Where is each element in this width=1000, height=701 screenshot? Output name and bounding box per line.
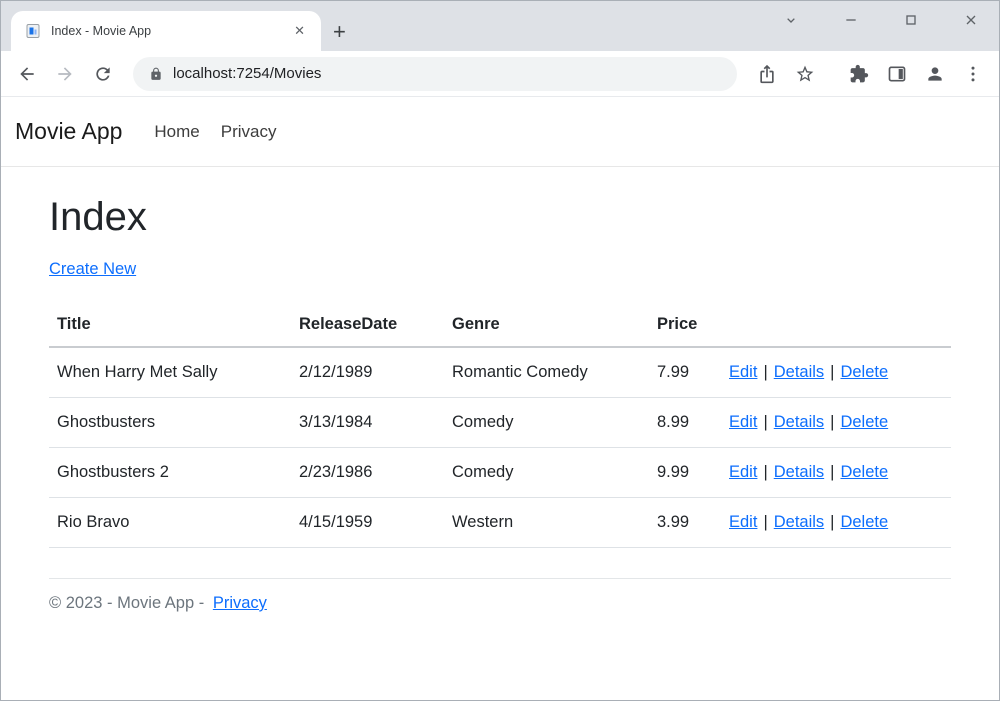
edit-link[interactable]: Edit [729,363,757,381]
browser-toolbar: localhost:7254/Movies [1,51,999,97]
cell-actions: Edit | Details | Delete [721,498,951,548]
tab-strip: Index - Movie App ✕ + [1,1,999,51]
header-release-date: ReleaseDate [291,305,444,347]
copyright-text: © 2023 - Movie App - [49,594,204,612]
action-separator: | [763,463,767,481]
cell-genre: Romantic Comedy [444,347,649,398]
cell-title: Ghostbusters [49,398,291,448]
cell-release-date: 4/15/1959 [291,498,444,548]
main-content: Index Create New Title ReleaseDate Genre… [1,195,999,628]
window-maximize-icon[interactable] [903,12,919,28]
cell-actions: Edit | Details | Delete [721,398,951,448]
site-navbar: Movie App Home Privacy [1,97,999,167]
tab-close-icon[interactable]: ✕ [288,21,311,41]
cell-price: 9.99 [649,448,721,498]
extensions-icon[interactable] [843,60,875,88]
browser-window: Index - Movie App ✕ + [0,0,1000,701]
delete-link[interactable]: Delete [840,413,888,431]
cell-genre: Western [444,498,649,548]
action-separator: | [830,513,834,531]
table-row: Ghostbusters 2 2/23/1986 Comedy 9.99 Edi… [49,448,951,498]
edit-link[interactable]: Edit [729,413,757,431]
movies-table: Title ReleaseDate Genre Price When Harry… [49,305,951,548]
delete-link[interactable]: Delete [840,363,888,381]
cell-release-date: 2/12/1989 [291,347,444,398]
header-title: Title [49,305,291,347]
menu-dots-icon[interactable] [957,60,989,88]
bookmark-star-icon[interactable] [789,60,821,88]
address-bar[interactable]: localhost:7254/Movies [133,57,737,91]
footer-privacy-link[interactable]: Privacy [213,594,267,612]
details-link[interactable]: Details [774,363,824,381]
table-row: Rio Bravo 4/15/1959 Western 3.99 Edit | De… [49,498,951,548]
forward-button[interactable] [49,60,81,88]
window-minimize-icon[interactable] [843,12,859,28]
action-separator: | [763,513,767,531]
browser-tab[interactable]: Index - Movie App ✕ [11,11,321,51]
profile-avatar-icon[interactable] [919,60,951,88]
cell-actions: Edit | Details | Delete [721,448,951,498]
cell-title: Rio Bravo [49,498,291,548]
side-panel-icon[interactable] [881,60,913,88]
edit-link[interactable]: Edit [729,463,757,481]
brand-link[interactable]: Movie App [15,118,122,145]
action-separator: | [830,413,834,431]
cell-release-date: 2/23/1986 [291,448,444,498]
cell-genre: Comedy [444,448,649,498]
site-footer: © 2023 - Movie App - Privacy [49,578,951,628]
nav-link-home[interactable]: Home [154,122,199,142]
cell-release-date: 3/13/1984 [291,398,444,448]
delete-link[interactable]: Delete [840,513,888,531]
window-controls [783,12,979,28]
delete-link[interactable]: Delete [840,463,888,481]
cell-price: 3.99 [649,498,721,548]
share-icon[interactable] [751,60,783,88]
reload-button[interactable] [87,60,119,88]
window-chevron-icon[interactable] [783,12,799,28]
action-separator: | [763,363,767,381]
action-separator: | [830,463,834,481]
table-header-row: Title ReleaseDate Genre Price [49,305,951,347]
create-new-link[interactable]: Create New [49,260,136,279]
cell-title: Ghostbusters 2 [49,448,291,498]
url-text: localhost:7254/Movies [173,65,321,82]
action-separator: | [830,363,834,381]
details-link[interactable]: Details [774,463,824,481]
cell-title: When Harry Met Sally [49,347,291,398]
page-body: Movie App Home Privacy Index Create New … [1,97,999,700]
cell-price: 7.99 [649,347,721,398]
page-title: Index [49,195,951,240]
cell-actions: Edit | Details | Delete [721,347,951,398]
window-close-icon[interactable] [963,12,979,28]
edit-link[interactable]: Edit [729,513,757,531]
header-actions [721,305,951,347]
cell-price: 8.99 [649,398,721,448]
header-price: Price [649,305,721,347]
details-link[interactable]: Details [774,513,824,531]
cell-genre: Comedy [444,398,649,448]
nav-link-privacy[interactable]: Privacy [221,122,277,142]
new-tab-button[interactable]: + [333,21,346,43]
tab-favicon-icon [25,23,41,39]
table-row: Ghostbusters 3/13/1984 Comedy 8.99 Edit |… [49,398,951,448]
tab-title: Index - Movie App [51,24,278,38]
back-button[interactable] [11,60,43,88]
table-row: When Harry Met Sally 2/12/1989 Romantic … [49,347,951,398]
details-link[interactable]: Details [774,413,824,431]
header-genre: Genre [444,305,649,347]
lock-icon[interactable] [149,67,163,81]
action-separator: | [763,413,767,431]
